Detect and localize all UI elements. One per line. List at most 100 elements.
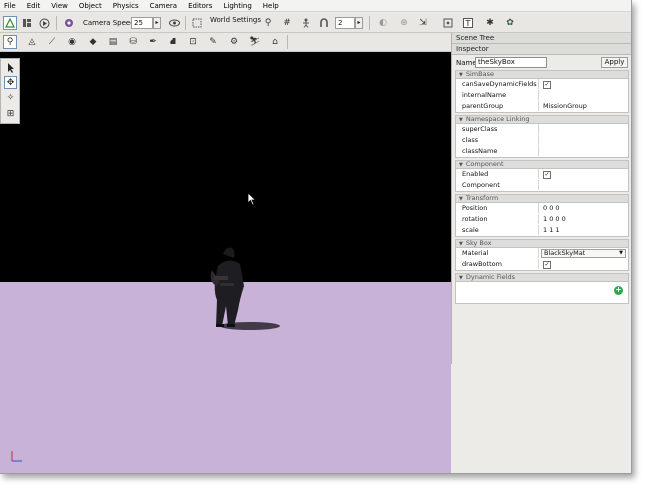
- menu-view[interactable]: View: [51, 2, 68, 10]
- collapse-triangle-icon: ▼: [459, 241, 463, 247]
- decal-editor-icon[interactable]: ⊡: [186, 35, 200, 49]
- collapse-triangle-icon: ▼: [459, 275, 463, 281]
- grid-size-arrow-icon[interactable]: ▸: [355, 17, 363, 29]
- layout-icon[interactable]: [20, 16, 34, 30]
- internal-name-field[interactable]: [539, 90, 628, 100]
- mesh-road-icon[interactable]: ⚙: [227, 35, 241, 49]
- magnet-icon[interactable]: [317, 16, 331, 30]
- menu-edit[interactable]: Edit: [27, 2, 41, 10]
- draw-bottom-checkbox[interactable]: ✓: [543, 261, 551, 269]
- property-row: class: [456, 135, 628, 146]
- classname-field[interactable]: [539, 146, 628, 156]
- rotate-tool-icon[interactable]: ✧: [4, 91, 17, 104]
- position-field[interactable]: 0 0 0: [539, 203, 628, 213]
- select-arrow-icon[interactable]: [4, 61, 17, 74]
- text-icon[interactable]: T: [461, 16, 475, 30]
- component-field[interactable]: [539, 180, 628, 190]
- toolbar-separator: [287, 35, 288, 49]
- fit-view-icon[interactable]: [441, 16, 455, 30]
- move-tool-icon[interactable]: ✥: [4, 76, 17, 89]
- grid-icon[interactable]: #: [280, 16, 294, 30]
- class-field[interactable]: [539, 135, 628, 145]
- apply-button[interactable]: Apply: [601, 57, 628, 68]
- namespace-section-header[interactable]: ▼ Namespace Linking: [455, 115, 629, 124]
- camera-icon[interactable]: [62, 16, 76, 30]
- snap-icon[interactable]: ⚲: [261, 16, 275, 30]
- play-icon[interactable]: [37, 16, 51, 30]
- superclass-field[interactable]: [539, 124, 628, 134]
- grid-size-input[interactable]: 2: [335, 17, 355, 29]
- menu-physics[interactable]: Physics: [113, 2, 139, 10]
- player-character[interactable]: [190, 240, 285, 335]
- 3d-viewport[interactable]: ✥ ✧ ⊞: [0, 52, 451, 473]
- menu-object[interactable]: Object: [79, 2, 102, 10]
- simbase-section-header[interactable]: ▼ SimBase: [455, 70, 629, 79]
- material-editor-icon[interactable]: ◉: [65, 35, 79, 49]
- object-editor-icon[interactable]: ⚲: [3, 35, 17, 49]
- property-row: internalName: [456, 90, 628, 101]
- object-name-field[interactable]: theSkyBox: [475, 57, 547, 68]
- editor-window: File Edit View Object Physics Camera Edi…: [0, 0, 632, 474]
- camera-speed-input[interactable]: 25: [131, 17, 153, 29]
- transform-section: ▼ Transform Position 0 0 0 rotation 1 0 0…: [455, 194, 629, 237]
- scale-tool-icon[interactable]: ⊞: [4, 107, 17, 120]
- component-section: ▼ Component Enabled ✓ Component: [455, 160, 629, 192]
- enabled-checkbox[interactable]: ✓: [543, 171, 551, 179]
- bounds-icon[interactable]: ◐: [376, 16, 390, 30]
- menu-help[interactable]: Help: [263, 2, 279, 10]
- right-panel: Scene Tree Inspector Name: theSkyBox App…: [451, 33, 631, 364]
- shape-editor-icon[interactable]: ◆: [86, 35, 100, 49]
- figure-icon[interactable]: [299, 16, 313, 30]
- collapse-triangle-icon: ▼: [459, 162, 463, 168]
- terrain-icon[interactable]: ✿: [503, 16, 517, 30]
- terrain-painter-icon[interactable]: ⟋: [45, 35, 59, 49]
- property-row: superClass: [456, 124, 628, 135]
- property-row: canSaveDynamicFields ✓: [456, 79, 628, 90]
- scale-field[interactable]: 1 1 1: [539, 225, 628, 235]
- menu-camera[interactable]: Camera: [150, 2, 177, 10]
- collapse-triangle-icon: ▼: [459, 117, 463, 123]
- navmesh-icon[interactable]: ⌂: [268, 35, 282, 49]
- particle-editor-icon[interactable]: ✒: [146, 35, 160, 49]
- parent-group-field[interactable]: MissionGroup: [539, 101, 628, 111]
- sky-box-section-header[interactable]: ▼ Sky Box: [455, 239, 629, 248]
- drop-icon[interactable]: ⇲: [416, 16, 430, 30]
- road-editor-icon[interactable]: ⛘: [166, 35, 180, 49]
- svg-text:T: T: [465, 19, 471, 28]
- puzzle-icon[interactable]: ✱: [483, 16, 497, 30]
- property-row: Position 0 0 0: [456, 203, 628, 214]
- scene-tree-header[interactable]: Scene Tree: [452, 33, 631, 44]
- sketch-icon[interactable]: ▤: [106, 35, 120, 49]
- add-dynamic-field-button[interactable]: +: [614, 286, 623, 295]
- transform-tools-palette: ✥ ✧ ⊞: [0, 58, 20, 124]
- component-section-header[interactable]: ▼ Component: [455, 160, 629, 169]
- menu-file[interactable]: File: [4, 2, 16, 10]
- property-row: Component: [456, 180, 628, 191]
- forest-editor-icon[interactable]: ✎: [206, 35, 220, 49]
- world-settings-label[interactable]: World Settings: [210, 16, 261, 24]
- world-editor-icon[interactable]: [3, 16, 17, 30]
- can-save-dynamic-fields-checkbox[interactable]: ✓: [543, 81, 551, 89]
- select-box-icon[interactable]: [190, 16, 204, 30]
- property-row: rotation 1 0 0 0: [456, 214, 628, 225]
- transform-section-header[interactable]: ▼ Transform: [455, 194, 629, 203]
- eye-icon[interactable]: [167, 16, 181, 30]
- collapse-triangle-icon: ▼: [459, 196, 463, 202]
- datablock-icon[interactable]: ⛁: [126, 35, 140, 49]
- terrain-editor-icon[interactable]: ◬: [25, 35, 39, 49]
- menu-lighting[interactable]: Lighting: [223, 2, 251, 10]
- river-editor-icon[interactable]: ⛷: [248, 35, 262, 49]
- dynamic-fields-section-header[interactable]: ▼ Dynamic Fields: [455, 273, 629, 282]
- menu-editors[interactable]: Editors: [188, 2, 212, 10]
- simbase-section: ▼ SimBase canSaveDynamicFields ✓ internal…: [455, 70, 629, 113]
- inspector-header[interactable]: Inspector: [452, 44, 631, 55]
- toolbar-separator: [185, 16, 186, 30]
- menubar: File Edit View Object Physics Camera Edi…: [0, 0, 631, 12]
- material-dropdown[interactable]: BlackSkyMat ▼: [541, 249, 626, 258]
- property-row: parentGroup MissionGroup: [456, 101, 628, 112]
- center-icon[interactable]: ⊕: [397, 16, 411, 30]
- chevron-down-icon: ▼: [619, 250, 623, 256]
- camera-speed-arrow-icon[interactable]: ▸: [153, 17, 161, 29]
- rotation-field[interactable]: 1 0 0 0: [539, 214, 628, 224]
- sky-box-section: ▼ Sky Box Material BlackSkyMat ▼ drawBotto…: [455, 239, 629, 271]
